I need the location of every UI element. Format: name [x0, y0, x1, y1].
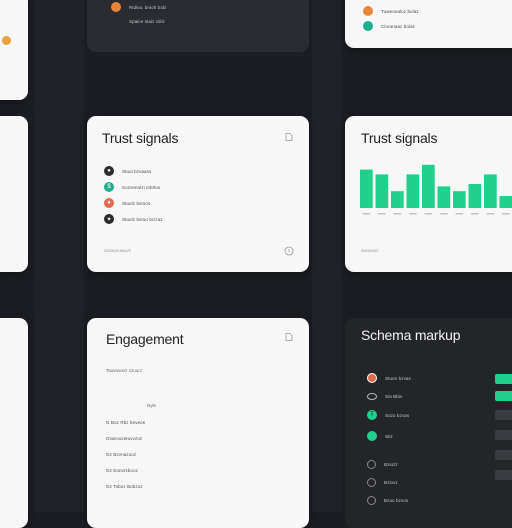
- schema-markup-card[interactable]: Schema markup Stuon bzvas Sia Bbiv T Soz…: [345, 318, 512, 528]
- orange-status-icon: [111, 2, 121, 12]
- card-title: Trust signals: [361, 130, 437, 146]
- orange-status-icon: [363, 6, 373, 16]
- spacer-icon: [111, 16, 121, 26]
- teal-signal-icon: $: [104, 182, 114, 192]
- engagement-row[interactable]: Gz Toboz Bobzoz: [106, 484, 143, 489]
- schema-label: Sia Bbiv: [385, 394, 402, 399]
- link-icon: [367, 496, 376, 505]
- list-item-label: Spaice Isaiz ziiliz: [129, 19, 165, 24]
- engagement-row[interactable]: G Boz Rbz bnveos: [106, 420, 145, 425]
- column-band-left: [34, 0, 84, 512]
- list-item-label: Ridiva, bnioh bolz: [129, 5, 166, 10]
- chart-bar: [360, 170, 373, 208]
- schema-label: Bziovz: [384, 480, 398, 485]
- chart-tick: [394, 213, 402, 215]
- edge-card-bottom-left[interactable]: [0, 318, 28, 528]
- red-status-icon: [367, 373, 377, 383]
- card-title: Trust signals: [102, 130, 178, 146]
- trust-bar-chart: [360, 160, 512, 220]
- chart-tick: [487, 213, 495, 215]
- top-right-card[interactable]: Tuweonaloz bolaz Cloranaaz bolaz: [345, 0, 512, 48]
- toggle-off[interactable]: [495, 410, 512, 420]
- column-band-mid: [312, 0, 342, 512]
- chart-tick: [456, 213, 464, 215]
- chart-bar: [469, 184, 482, 208]
- schema-label: Bziozz: [384, 462, 398, 467]
- dark-signal-icon: ●: [104, 166, 114, 176]
- heart-icon: [367, 431, 377, 441]
- edge-card-top-left[interactable]: [0, 0, 28, 100]
- chart-bar: [391, 191, 404, 208]
- list-item-label: Tuweonaloz bolaz: [381, 9, 419, 14]
- engagement-row[interactable]: Gz Bzvnazooz: [106, 452, 136, 457]
- chart-bar: [453, 191, 466, 208]
- refresh-icon: [367, 478, 376, 487]
- status-dot-icon: [2, 36, 11, 45]
- schema-label: Bzuo bzvos: [384, 498, 408, 503]
- schema-label: Stuon bzvas: [385, 376, 411, 381]
- red-signal-icon: ♦: [104, 198, 114, 208]
- clipboard-icon[interactable]: [284, 332, 294, 342]
- trust-chart-card[interactable]: Trust signals Sorawnz: [345, 116, 512, 272]
- engagement-card[interactable]: Engagement Tauvnoovz zzuorz Nyle G Boz R…: [87, 318, 309, 528]
- card-subtitle: Tauvnoovz zzuorz: [106, 368, 142, 373]
- chart-bar: [438, 186, 451, 208]
- dark-signal-icon: ✦: [104, 214, 114, 224]
- edge-card-mid-left[interactable]: [0, 116, 28, 272]
- toggle-off[interactable]: [495, 450, 512, 460]
- mid-label: Nyle: [147, 403, 156, 408]
- card-footer: Sorawnz: [361, 248, 379, 253]
- chart-tick: [425, 213, 433, 215]
- signal-label: Sozvenolzi mbrlos: [122, 185, 160, 190]
- chart-bar: [422, 165, 435, 208]
- toggle-off[interactable]: [495, 470, 512, 480]
- chart-bar: [407, 174, 420, 208]
- card-title: Engagement: [106, 331, 183, 347]
- signal-label: Stuolz bvtoos: [122, 201, 150, 206]
- chart-tick: [440, 213, 448, 215]
- card-title: Schema markup: [361, 327, 460, 343]
- chart-tick: [409, 213, 417, 215]
- card-footer: Sorasnowuvz: [104, 248, 131, 253]
- toggle-on[interactable]: [495, 374, 512, 384]
- signal-label: Stuol bzvaass: [122, 169, 151, 174]
- hand-icon: [367, 460, 376, 469]
- trust-signals-card[interactable]: Trust signals ● Stuol bzvaass $ Sozvenol…: [87, 116, 309, 272]
- toggle-on[interactable]: [495, 391, 512, 401]
- engagement-row[interactable]: Gvarouzetuvvzoz: [106, 436, 142, 441]
- chart-tick: [471, 213, 479, 215]
- signal-label: Stuolz bvtoo bizzaz: [122, 217, 163, 222]
- chart-bar: [500, 196, 512, 208]
- eye-icon: [367, 393, 377, 400]
- chart-tick: [502, 213, 510, 215]
- schema-label: Stiz: [385, 434, 393, 439]
- teal-status-icon: T: [367, 410, 377, 420]
- top-center-card[interactable]: Ridiva, bnioh bolz Spaice Isaiz ziiliz: [87, 0, 309, 52]
- info-circle-icon[interactable]: [284, 246, 294, 256]
- teal-status-icon: [363, 21, 373, 31]
- engagement-row[interactable]: Gz Eonvrzbooz: [106, 468, 138, 473]
- schema-label: Sozo bzvas: [385, 413, 409, 418]
- chart-bar: [376, 174, 389, 208]
- chart-bar: [484, 174, 497, 208]
- clipboard-icon[interactable]: [284, 132, 294, 142]
- list-item-label: Cloranaaz bolaz: [381, 24, 415, 29]
- chart-tick: [363, 213, 371, 215]
- toggle-off[interactable]: [495, 430, 512, 440]
- chart-tick: [378, 213, 386, 215]
